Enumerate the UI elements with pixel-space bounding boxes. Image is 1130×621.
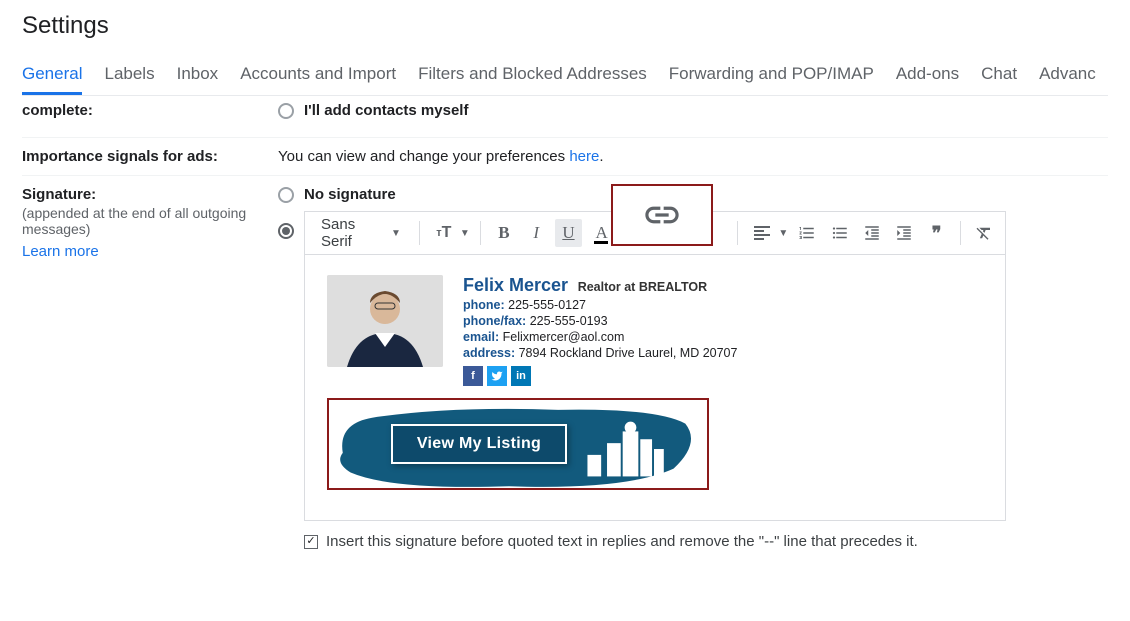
align-icon — [748, 219, 776, 247]
italic-button[interactable]: I — [523, 219, 549, 247]
tab-addons[interactable]: Add-ons — [896, 58, 959, 95]
caret-down-icon: ▼ — [391, 228, 401, 239]
tab-inbox[interactable]: Inbox — [177, 58, 219, 95]
remove-formatting-button[interactable] — [971, 219, 997, 247]
linkedin-icon[interactable]: in — [511, 366, 531, 386]
link-icon — [626, 195, 698, 235]
insert-before-quoted-label: Insert this signature before quoted text… — [326, 533, 918, 550]
row-autocomplete: complete: I'll add contacts myself — [22, 96, 1108, 138]
quote-button[interactable]: ❞ — [923, 219, 949, 247]
indent-more-button[interactable] — [891, 219, 917, 247]
signature-editor[interactable]: Felix Mercer Realtor at BREALTOR phone: … — [304, 255, 1006, 521]
settings-tabs: General Labels Inbox Accounts and Import… — [22, 58, 1108, 96]
bulleted-list-button[interactable] — [827, 219, 853, 247]
page-title: Settings — [22, 12, 1108, 40]
learn-more-link[interactable]: Learn more — [22, 243, 99, 260]
label-signature: Signature: — [22, 186, 266, 203]
separator — [737, 221, 738, 245]
signature-avatar — [327, 275, 443, 367]
tab-chat[interactable]: Chat — [981, 58, 1017, 95]
view-listing-button[interactable]: View My Listing — [391, 424, 567, 464]
importance-text-post: . — [599, 148, 603, 165]
numbered-list-button[interactable] — [794, 219, 820, 247]
row-signature: Signature: (appended at the end of all o… — [22, 176, 1108, 568]
signature-title: Realtor at BREALTOR — [578, 280, 707, 294]
signature-banner: View My Listing — [327, 398, 709, 490]
radio-add-myself[interactable] — [278, 103, 294, 119]
link-button-callout[interactable] — [611, 184, 713, 246]
phone-value: 225-555-0127 — [508, 298, 586, 312]
tab-accounts[interactable]: Accounts and Import — [240, 58, 396, 95]
separator — [480, 221, 481, 245]
email-label: email: — [463, 330, 499, 344]
preferences-link[interactable]: here — [569, 148, 599, 165]
underline-button[interactable]: U — [555, 219, 581, 247]
font-size-dropdown[interactable]: тT ▼ — [430, 219, 470, 247]
importance-text-pre: You can view and change your preferences — [278, 148, 569, 165]
insert-before-quoted-checkbox[interactable]: ✓ — [304, 535, 318, 549]
radio-use-signature[interactable] — [278, 223, 294, 239]
tab-filters[interactable]: Filters and Blocked Addresses — [418, 58, 647, 95]
signature-subtext: (appended at the end of all outgoing mes… — [22, 205, 266, 237]
radio-no-signature[interactable] — [278, 187, 294, 203]
separator — [960, 221, 961, 245]
align-dropdown[interactable]: ▼ — [748, 219, 788, 247]
tab-advanced[interactable]: Advanc — [1039, 58, 1096, 95]
tab-labels[interactable]: Labels — [104, 58, 154, 95]
tab-forwarding[interactable]: Forwarding and POP/IMAP — [669, 58, 874, 95]
separator — [419, 221, 420, 245]
fax-value: 225-555-0193 — [530, 314, 608, 328]
signature-name: Felix Mercer — [463, 275, 568, 295]
signature-toolbar: Sans Serif ▼ тT ▼ B — [304, 211, 1006, 255]
text-size-icon: тT — [430, 219, 458, 247]
email-value: Felixmercer@aol.com — [503, 330, 625, 344]
label-importance: Importance signals for ads: — [22, 148, 278, 165]
radio-no-signature-label: No signature — [304, 186, 396, 203]
caret-down-icon: ▼ — [778, 228, 788, 239]
twitter-icon[interactable] — [487, 366, 507, 386]
bold-button[interactable]: B — [491, 219, 517, 247]
facebook-icon[interactable]: f — [463, 366, 483, 386]
radio-add-myself-label: I'll add contacts myself — [304, 102, 468, 119]
fax-label: phone/fax: — [463, 314, 526, 328]
address-value: 7894 Rockland Drive Laurel, MD 20707 — [519, 346, 738, 360]
font-family-dropdown[interactable]: Sans Serif ▼ — [313, 214, 409, 252]
tab-general[interactable]: General — [22, 58, 82, 95]
row-importance: Importance signals for ads: You can view… — [22, 138, 1108, 176]
label-autocomplete: complete: — [22, 102, 278, 119]
phone-label: phone: — [463, 298, 505, 312]
address-label: address: — [463, 346, 515, 360]
caret-down-icon: ▼ — [460, 228, 470, 239]
indent-less-button[interactable] — [859, 219, 885, 247]
